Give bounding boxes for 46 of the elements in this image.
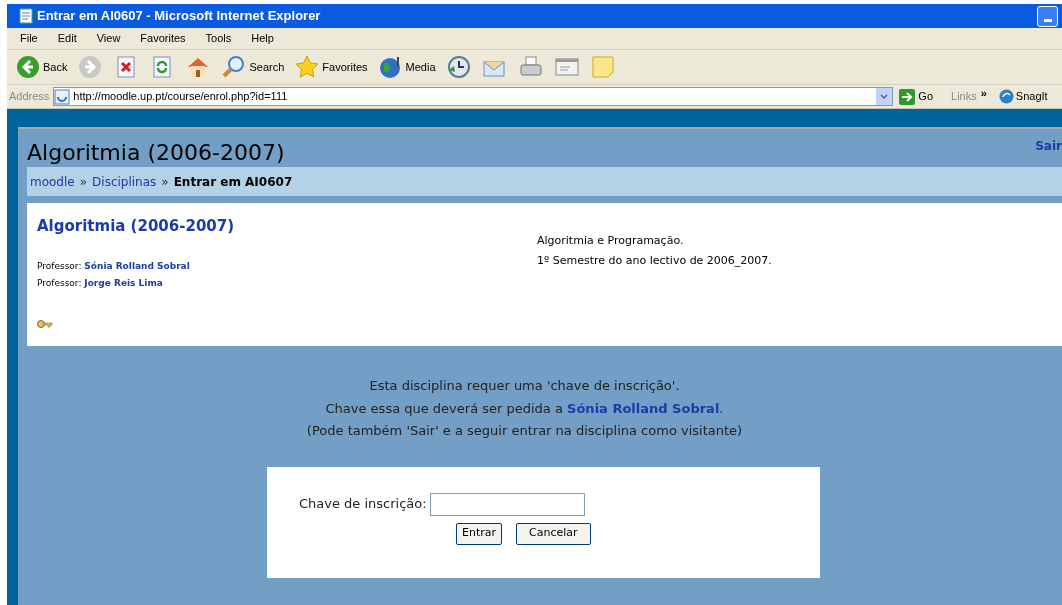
breadcrumb-link[interactable]: Disciplinas [92, 172, 157, 191]
enrol-key-input[interactable] [429, 492, 585, 516]
go-button[interactable]: Go [899, 88, 934, 105]
go-arrow-icon [899, 88, 916, 105]
toolbar-button[interactable]: Favorites [294, 54, 368, 80]
breadcrumb-separator: » [161, 173, 169, 191]
course-summary-line: 1º Semestre do ano lectivo de 2006_2007. [537, 252, 772, 269]
breadcrumb-link[interactable]: moodle [30, 172, 75, 191]
enrol-message: Esta disciplina requer uma 'chave de inscrição'. [369, 377, 680, 395]
enrol-message: (Pode também 'Sair' e a seguir entrar na disciplina como visitante) [306, 422, 743, 440]
menu-item[interactable]: Help [251, 30, 274, 47]
toolbar-button[interactable]: Media [377, 54, 436, 80]
course-title-link[interactable]: Algoritmia (2006-2007) [37, 215, 537, 238]
header-title: Algoritmia (2006-2007) [27, 142, 285, 164]
menu-item[interactable]: Edit [57, 30, 77, 47]
enrol-message: Chave essa que deverá ser pedida a Sónia Rolland Sobral. [325, 399, 724, 418]
url-text: http://moodle.up.pt/course/enrol.php?id=111 [73, 89, 289, 105]
star-icon [294, 54, 321, 80]
breadcrumb-separator: » [79, 173, 88, 191]
teacher-link[interactable]: Sónia Rolland Sobral [84, 260, 190, 271]
teacher-line: Professor: Jorge Reis Lima [37, 277, 164, 290]
teacher-link[interactable]: Jorge Reis Lima [84, 278, 163, 288]
course-summary-line: Algoritmia e Programação. [537, 233, 685, 249]
menu-item[interactable]: File [20, 30, 38, 47]
enter-button[interactable]: Entrar [456, 522, 503, 545]
swirl-icon [998, 89, 1014, 104]
window-title: Entrar em AI0607 - Microsoft Internet Explorer [37, 7, 321, 26]
minimize-button[interactable] [1037, 5, 1058, 27]
toolbar-button[interactable]: Search [221, 54, 285, 80]
snagit-button[interactable]: SnagIt [998, 88, 1048, 105]
menu-item[interactable]: Tools [205, 30, 232, 47]
chevron-more[interactable]: » [980, 85, 987, 102]
sticky-note-icon [589, 54, 616, 80]
menu-item[interactable]: Favorites [140, 30, 186, 47]
address-field[interactable]: http://moodle.up.pt/course/enrol.php?id=111 [53, 87, 894, 106]
minimize-icon [1043, 18, 1052, 22]
enrol-key-label: Chave de inscrição: [299, 495, 427, 514]
toolbar-button[interactable]: Back [15, 54, 68, 80]
menu-item[interactable]: View [96, 30, 121, 47]
teacher-line: Professor: Sónia Rolland Sobral [37, 259, 191, 273]
breadcrumb-current: Entrar em AI0607 [173, 173, 293, 191]
address-label: Address [9, 89, 50, 105]
cancel-button[interactable]: Cancelar [516, 522, 591, 545]
key-icon [37, 318, 53, 329]
toolbar-icon-button[interactable] [445, 54, 472, 80]
history-clock-icon [445, 54, 472, 80]
